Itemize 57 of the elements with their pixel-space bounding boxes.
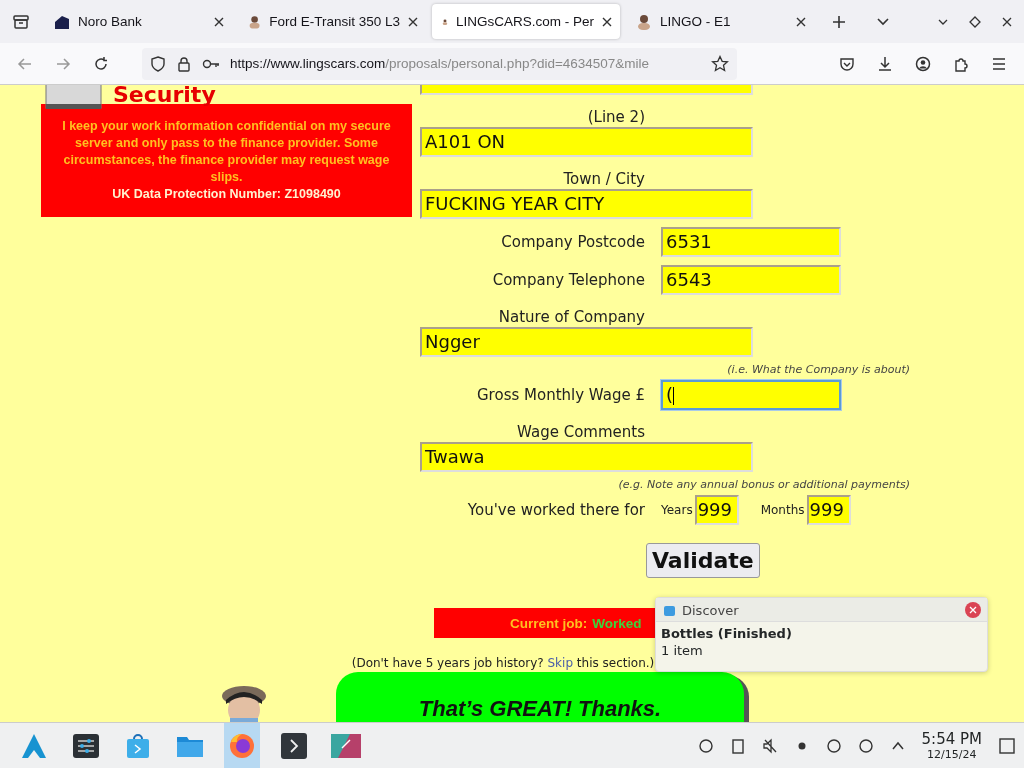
close-icon[interactable] xyxy=(408,16,418,27)
browser-icon[interactable] xyxy=(224,722,260,768)
notice-text: I keep your work information confidential on my secure server and only pass to the finance provider. Some circumstances, the finance provider may request wage slips. xyxy=(61,118,392,186)
text-field[interactable]: Twawa xyxy=(420,442,753,472)
section-heading: Security xyxy=(113,85,216,104)
text-field[interactable]: ( xyxy=(661,380,841,410)
avatar-icon xyxy=(636,13,652,30)
bookmark-star-icon[interactable] xyxy=(711,54,729,73)
field-label: Company Postcode xyxy=(500,233,645,251)
field-label: You've worked there for xyxy=(466,501,645,519)
house-icon xyxy=(54,13,70,30)
field-label: Company Telephone xyxy=(491,271,645,289)
close-icon[interactable] xyxy=(796,16,806,27)
field-label: Wage Comments xyxy=(516,422,645,442)
text-field[interactable]: 6543 xyxy=(661,265,841,295)
field-hint: (i.e. What the Company is about) xyxy=(727,363,910,376)
field-hint: (e.g. Note any annual bonus or additional payments) xyxy=(618,478,910,491)
text-field[interactable]: Ngger xyxy=(420,327,753,357)
text-field[interactable]: A101 ON xyxy=(420,127,753,157)
shield-icon xyxy=(150,55,166,72)
years-field[interactable]: 999 xyxy=(694,495,739,525)
field-label: Gross Monthly Wage £ xyxy=(476,386,645,404)
text-field[interactable] xyxy=(420,85,753,95)
years-label: Years xyxy=(661,503,693,517)
skip-note: (Don't have 5 years job history? Skip this section.) xyxy=(351,656,655,670)
clock-time: 5:54 PM xyxy=(921,730,982,748)
browser-tab[interactable]: Noro Bank xyxy=(44,4,232,39)
clipboard-icon[interactable] xyxy=(729,737,746,754)
close-icon[interactable] xyxy=(214,16,224,27)
banner-text: That’s GREAT! Thanks. xyxy=(418,696,662,722)
padlock-icon xyxy=(176,55,192,72)
field-label: Nature of Company xyxy=(497,307,645,327)
url-text: https://www.lingscars.com/proposals/personal.php?did=4634507&mile xyxy=(230,56,651,71)
text-field[interactable]: FUCKING YEAR CITY xyxy=(420,189,753,219)
address-bar[interactable]: https://www.lingscars.com/proposals/personal.php?did=4634507&mile xyxy=(142,47,737,80)
notification-title: Bottles (Finished) xyxy=(660,625,793,641)
months-label: Months xyxy=(760,503,805,517)
validate-button[interactable]: Validate xyxy=(646,543,760,578)
close-icon[interactable] xyxy=(602,16,612,27)
notification-body: 1 item xyxy=(660,642,704,658)
show-desktop-icon[interactable] xyxy=(998,736,1016,755)
notification-app: Discover xyxy=(682,602,739,618)
browser-tab[interactable]: Ford E-Transit 350 L3 xyxy=(238,4,426,39)
avatar-icon xyxy=(248,13,262,30)
browser-tab[interactable]: LINGO - E1 xyxy=(626,4,814,39)
months-field[interactable]: 999 xyxy=(806,495,851,525)
browser-tab[interactable]: LINGsCARS.com - Per xyxy=(432,4,620,39)
field-label: (Line 2) xyxy=(586,107,645,127)
skip-link[interactable]: Skip xyxy=(547,656,574,670)
data-protection-number: UK Data Protection Number: Z1098490 xyxy=(111,186,342,203)
text-field[interactable]: 6531 xyxy=(661,227,841,257)
app-icon xyxy=(663,603,676,617)
muted-speaker-icon[interactable] xyxy=(761,737,778,754)
clock-date: 12/15/24 xyxy=(927,747,977,761)
current-job-label: Current job: xyxy=(510,615,588,631)
field-label: Town / City xyxy=(562,169,645,189)
current-job-value: Worked xyxy=(592,615,642,631)
